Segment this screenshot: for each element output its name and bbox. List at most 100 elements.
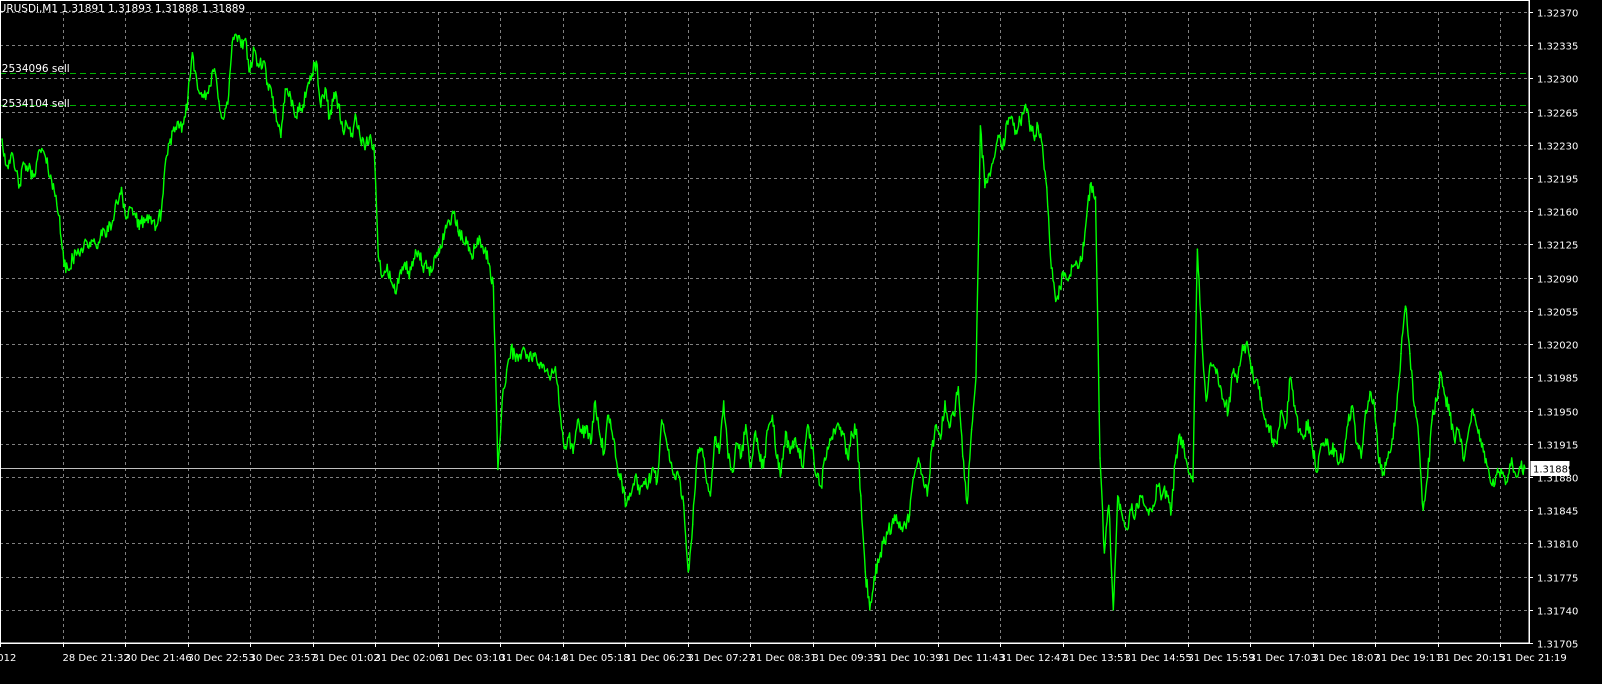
low-price: 1.31888 (154, 3, 199, 15)
price-point (120, 186, 123, 189)
price-point (1108, 504, 1110, 507)
price-point (1023, 106, 1026, 108)
price-point (1072, 265, 1075, 268)
price-point (838, 424, 840, 426)
price-point (1192, 480, 1194, 483)
price-point (1280, 409, 1283, 412)
x-tick-label: 31 Dec 08:31 (750, 653, 817, 664)
price-point (1462, 457, 1464, 459)
price-point (1249, 362, 1252, 364)
price-point (567, 436, 570, 438)
price-point (1510, 457, 1513, 459)
price-point (762, 466, 765, 469)
price-point (700, 447, 703, 450)
price-point (621, 480, 623, 483)
price-point (439, 244, 442, 247)
price-point (904, 523, 906, 526)
price-point (899, 528, 902, 530)
price-point (696, 457, 698, 459)
price-point (789, 452, 791, 455)
price-point (510, 346, 512, 348)
price-point (820, 485, 822, 488)
price-point (581, 432, 583, 435)
price-point (877, 561, 880, 564)
price-point (1121, 514, 1123, 516)
price-point (846, 457, 849, 459)
chart-window[interactable]: 1.32370 1.32335 1.32300 1.32265 1.32230 1.321… (0, 0, 1602, 684)
price-point (612, 438, 614, 440)
price-point (1143, 504, 1146, 507)
price-point (536, 364, 539, 366)
price-point (961, 455, 964, 457)
x-tick-label: 31 Dec 05:18 (563, 653, 630, 664)
y-tick-label: 1.31845 (1537, 507, 1578, 518)
price-point (1147, 514, 1150, 516)
price-point (559, 409, 561, 412)
high-price: 1.31893 (108, 3, 152, 15)
price-point (975, 376, 977, 379)
y-tick-label: 1.31915 (1537, 441, 1578, 452)
price-point (417, 250, 420, 252)
price-point (842, 433, 844, 436)
price-point (745, 424, 747, 426)
price-point (111, 220, 114, 222)
price-point (160, 210, 163, 213)
price-point (629, 495, 632, 497)
price-point (271, 96, 273, 99)
price-point (1289, 376, 1292, 379)
price-point (727, 457, 729, 459)
price-point (793, 438, 796, 440)
x-tick-label: 31 Dec 11:43 (938, 653, 1005, 664)
price-point (1298, 428, 1300, 431)
price-point (824, 459, 827, 461)
price-point (275, 120, 278, 122)
price-point (603, 452, 605, 455)
price-point (1099, 457, 1101, 459)
y-tick-label: 1.32195 (1537, 175, 1578, 186)
price-point (771, 414, 774, 417)
price-point (1431, 419, 1433, 421)
price-point (669, 461, 672, 464)
price-point (483, 250, 486, 252)
price-point (262, 60, 265, 63)
price-point (1351, 405, 1354, 407)
price-point (1130, 509, 1132, 512)
price-point (625, 504, 628, 507)
price-point (1400, 352, 1402, 355)
y-tick-label: 1.32370 (1537, 9, 1578, 20)
price-point (1214, 367, 1216, 369)
price-chart[interactable]: 1.32370 1.32335 1.32300 1.32265 1.32230 1.321… (0, 0, 1602, 684)
price-point (346, 125, 349, 127)
y-tick-label: 1.32160 (1537, 208, 1578, 219)
price-point (178, 127, 180, 129)
symbol-period: EURUSDi,M1 (0, 3, 59, 15)
price-point (443, 231, 446, 233)
price-point (1382, 471, 1385, 474)
price-point (10, 154, 12, 157)
price-point (1471, 409, 1473, 412)
price-point (1387, 457, 1389, 459)
price-point (18, 183, 21, 186)
price-point (306, 85, 309, 87)
price-point (758, 452, 760, 455)
price-point (266, 82, 269, 84)
price-point (333, 91, 335, 94)
price-point (501, 398, 504, 400)
price-point (776, 457, 778, 459)
price-point (54, 195, 56, 197)
price-point (1457, 428, 1460, 431)
price-point (173, 130, 176, 133)
price-point (638, 493, 641, 495)
price-point (390, 281, 393, 284)
price-point (550, 375, 552, 378)
price-point (514, 360, 517, 363)
y-tick-label: 1.31950 (1537, 408, 1578, 419)
order-label-2: #2534104 sell (0, 98, 70, 110)
price-point (855, 428, 858, 431)
price-point (1524, 467, 1526, 470)
price-point (802, 466, 805, 469)
price-point (457, 230, 459, 232)
price-point (563, 447, 566, 450)
price-point (1046, 186, 1048, 189)
price-point (258, 66, 260, 68)
